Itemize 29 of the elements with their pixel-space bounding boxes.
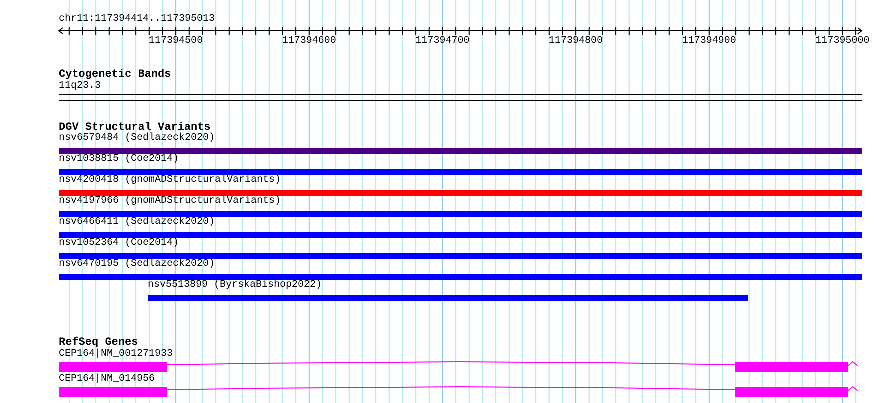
variant-label: nsv6466411 (Sedlazeck2020)	[59, 218, 216, 228]
variant-label: nsv1052364 (Coe2014)	[59, 239, 180, 249]
variant-label: nsv6579484 (Sedlazeck2020)	[59, 134, 216, 144]
variant-bar[interactable]	[59, 190, 862, 196]
track-title: RefSeq Genes	[59, 337, 138, 349]
band-label: 11q23.3	[59, 81, 102, 93]
variant-bar[interactable]	[59, 169, 862, 175]
variant-bar[interactable]	[59, 148, 862, 154]
track-title: Cytogenetic Bands	[59, 69, 172, 81]
gene-label: CEP164|NM_001271933	[59, 350, 174, 360]
variant-bar[interactable]	[59, 253, 862, 259]
tick-label: 117394700	[416, 36, 470, 48]
tick-label: 117394800	[549, 36, 604, 48]
tick-label: 117394600	[282, 36, 336, 48]
variant-label: nsv4200418 (gnomADStructuralVariants)	[59, 176, 282, 186]
gene-label: CEP164|NM_014956	[59, 375, 156, 385]
tick-label: 117394900	[682, 36, 736, 48]
track-title: DGV Structural Variants	[59, 122, 211, 134]
location-label: chr11:117394414..117395013	[59, 14, 216, 26]
variant-label: nsv5513899 (ByrskaBishop2022)	[148, 281, 322, 291]
variant-label: nsv4197966 (gnomADStructuralVariants)	[59, 197, 282, 207]
variant-bar[interactable]	[59, 274, 862, 280]
variant-bar[interactable]	[59, 211, 862, 217]
variant-label: nsv6470195 (Sedlazeck2020)	[59, 260, 216, 270]
tick-label: 117395000	[816, 36, 870, 48]
variant-bar[interactable]	[148, 295, 748, 301]
variant-bar[interactable]	[59, 232, 862, 238]
variant-label: nsv1038815 (Coe2014)	[59, 155, 180, 165]
tick-label: 117394500	[149, 36, 204, 48]
